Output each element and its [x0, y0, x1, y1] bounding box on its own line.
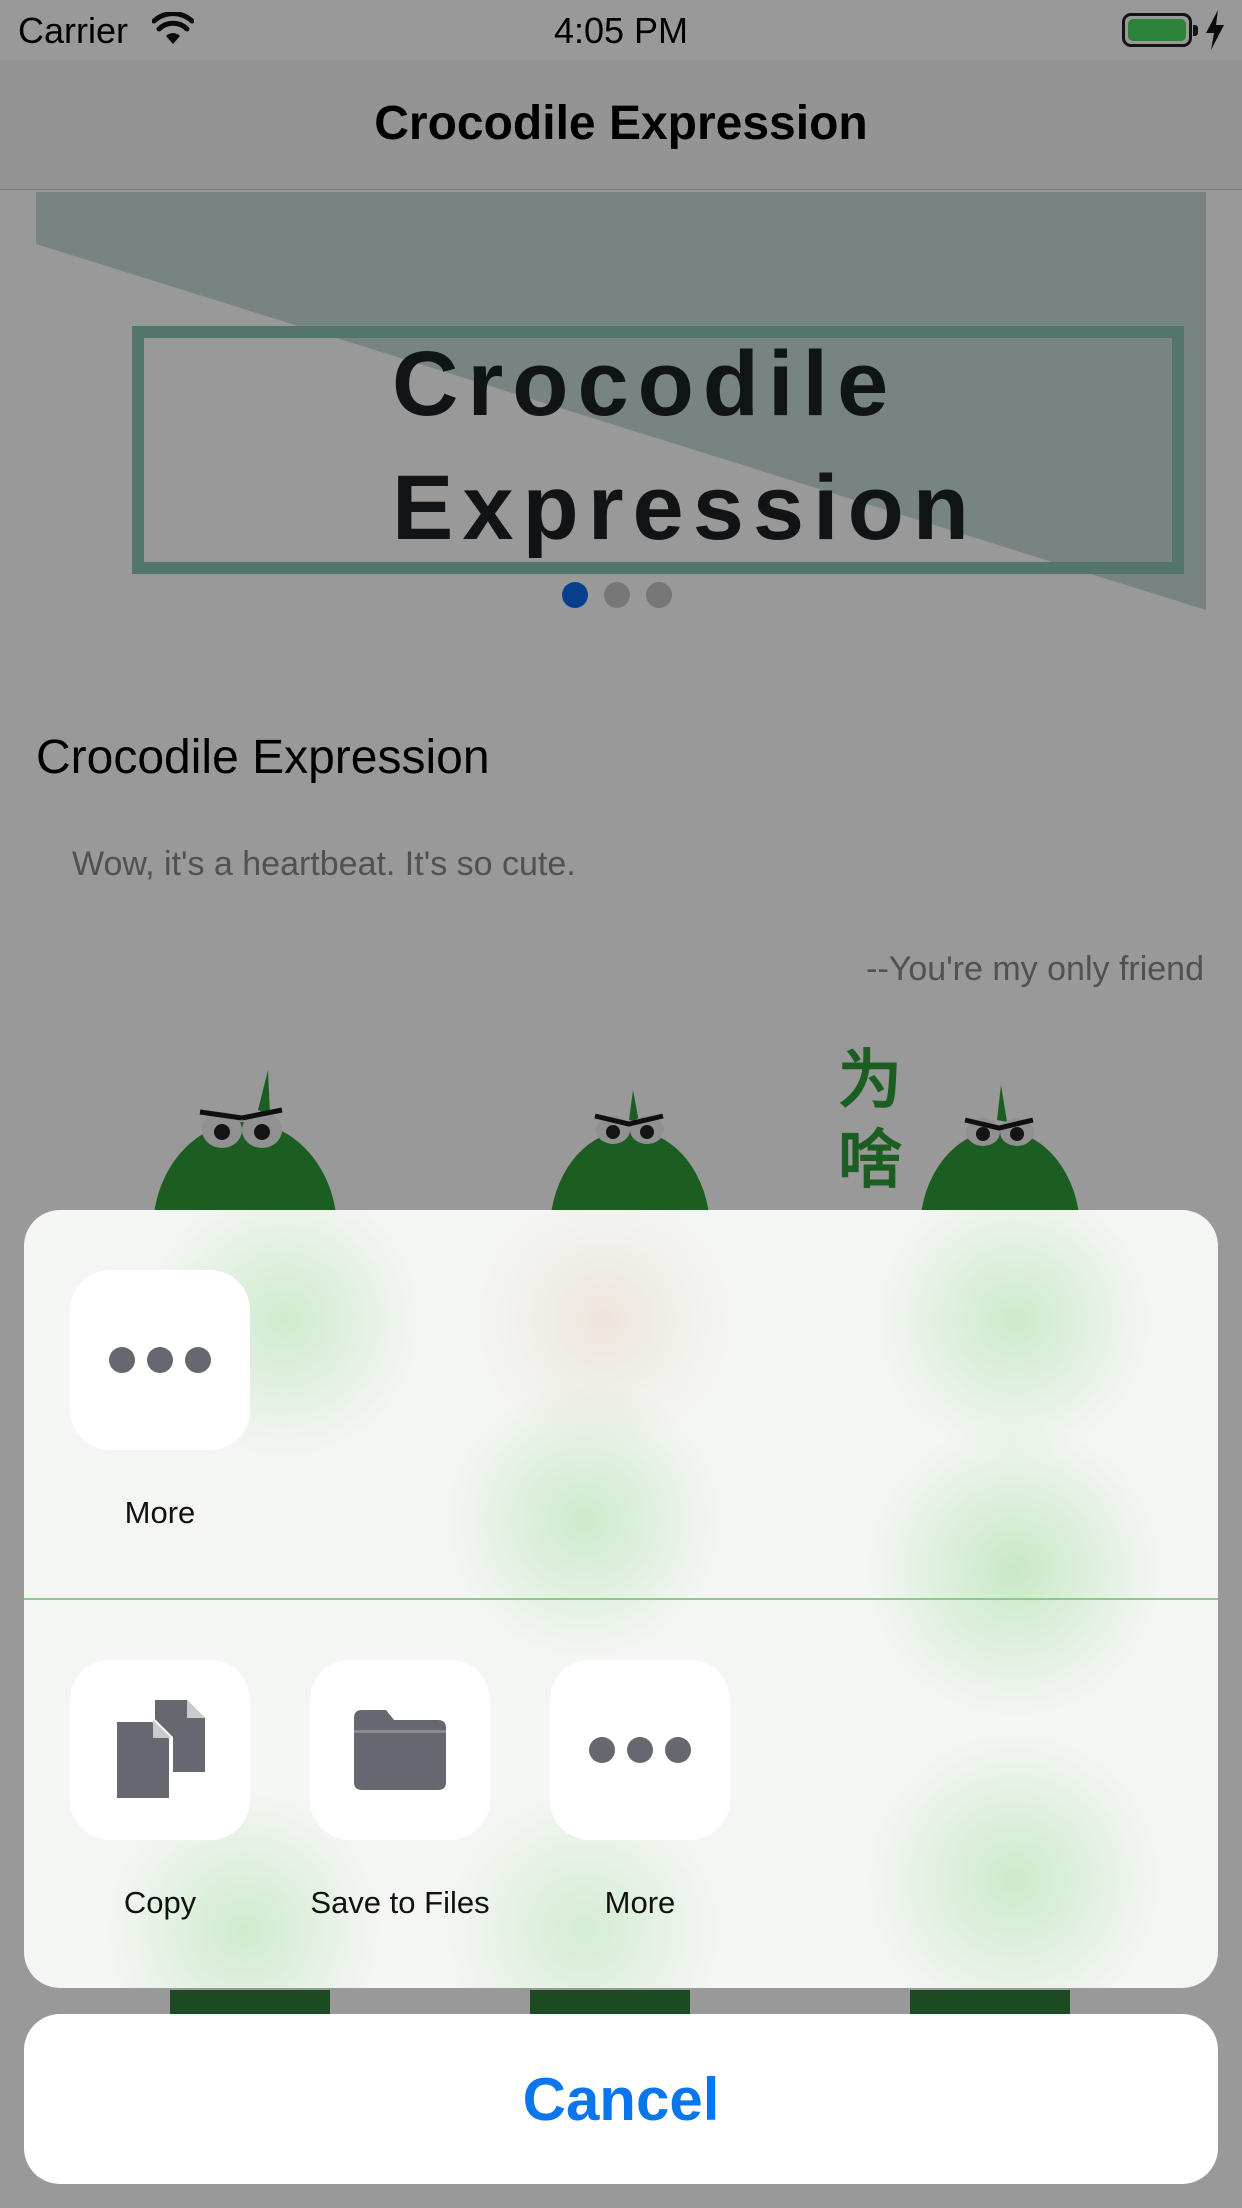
more-actions-button[interactable]: More	[528, 1660, 730, 1920]
folder-icon	[354, 1710, 446, 1790]
share-sheet: More Copy Save to Files More	[24, 1210, 1218, 1988]
cancel-button[interactable]: Cancel	[24, 2014, 1218, 2184]
more-icon	[109, 1347, 211, 1373]
share-tile[interactable]	[550, 1660, 730, 1840]
share-more-app-button[interactable]: More	[48, 1270, 250, 1530]
more-icon	[589, 1737, 691, 1763]
save-to-files-button[interactable]: Save to Files	[288, 1660, 490, 1920]
share-item-label: More	[604, 1885, 676, 1920]
share-item-label: More	[124, 1495, 196, 1530]
copy-icon	[115, 1700, 205, 1800]
share-sheet-divider	[24, 1598, 1218, 1600]
share-tile[interactable]	[70, 1660, 250, 1840]
share-tile[interactable]	[310, 1660, 490, 1840]
copy-button[interactable]: Copy	[48, 1660, 250, 1920]
share-tile[interactable]	[70, 1270, 250, 1450]
